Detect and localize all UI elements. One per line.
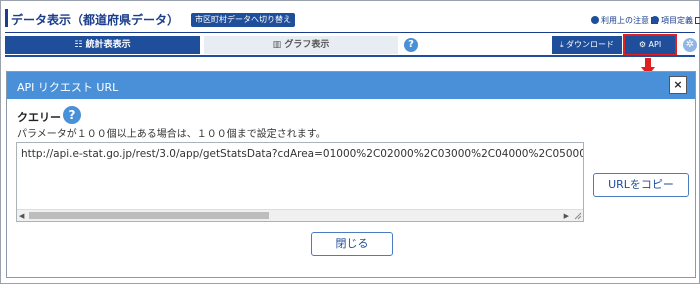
dialog-title: API リクエスト URL: [17, 81, 119, 94]
tab-divider: [5, 55, 695, 57]
tab-stats-table-label: 統計表表示: [85, 40, 131, 50]
close-button[interactable]: 閉じる: [311, 232, 393, 256]
query-label: クエリー: [17, 111, 61, 124]
header-divider: [5, 32, 695, 33]
tab-stats-table[interactable]: ☷ 統計表表示: [5, 36, 200, 54]
switch-municipal-button[interactable]: 市区町村データへ切り替え: [191, 13, 295, 27]
page-title: データ表示（都道府県データ）: [11, 13, 180, 27]
tab-graph-label: グラフ表示: [284, 40, 330, 50]
download-label: ダウンロード: [566, 40, 615, 49]
usage-notes-link[interactable]: 利用上の注意: [591, 15, 658, 26]
dialog-header: API リクエスト URL ×: [7, 72, 695, 99]
tab-graph[interactable]: ▥ グラフ表示: [204, 36, 398, 54]
expand-icon[interactable]: ✲: [683, 38, 697, 52]
gears-icon: ⚙: [638, 40, 649, 49]
api-button[interactable]: ⚙ API: [623, 34, 677, 56]
title-accent: [5, 9, 8, 27]
help-icon[interactable]: ?: [404, 38, 418, 52]
item-definition-link[interactable]: 項目定義: [651, 15, 700, 26]
usage-notes-label: 利用上の注意: [601, 16, 649, 25]
header: データ表示（都道府県データ） 市区町村データへ切り替え 利用上の注意 項目定義: [5, 9, 700, 29]
external-link-icon: [695, 17, 700, 24]
scroll-left-icon[interactable]: ◀: [19, 212, 24, 220]
info-icon: [651, 16, 659, 24]
scrollbar-thumb[interactable]: [29, 212, 269, 219]
app-frame: データ表示（都道府県データ） 市区町村データへ切り替え 利用上の注意 項目定義 …: [0, 0, 700, 284]
bar-chart-icon: ▥: [272, 40, 285, 50]
close-icon[interactable]: ×: [669, 76, 687, 94]
help-icon[interactable]: ?: [63, 106, 81, 124]
url-textarea[interactable]: http://api.e-stat.go.jp/rest/3.0/app/get…: [16, 142, 584, 222]
download-button[interactable]: ⤓ ダウンロード: [552, 36, 622, 54]
query-note: パラメータが１００個以上ある場合は、１００個まで設定されます。: [17, 129, 326, 140]
info-icon: [591, 16, 599, 24]
scroll-right-icon[interactable]: ▶: [564, 212, 569, 220]
table-icon: ☷: [74, 40, 86, 50]
horizontal-scrollbar[interactable]: ◀ ▶: [17, 209, 583, 221]
api-url-dialog: API リクエスト URL × クエリー ? パラメータが１００個以上ある場合は…: [6, 71, 696, 278]
api-label: API: [648, 40, 662, 49]
resize-grip-icon[interactable]: [573, 211, 582, 220]
item-definition-label: 項目定義: [661, 16, 693, 25]
tab-bar: ☷ 統計表表示 ▥ グラフ表示 ? ⤓ ダウンロード ⚙ API ✲: [5, 34, 697, 56]
url-text: http://api.e-stat.go.jp/rest/3.0/app/get…: [21, 148, 583, 160]
copy-url-button[interactable]: URLをコピー: [593, 173, 689, 197]
